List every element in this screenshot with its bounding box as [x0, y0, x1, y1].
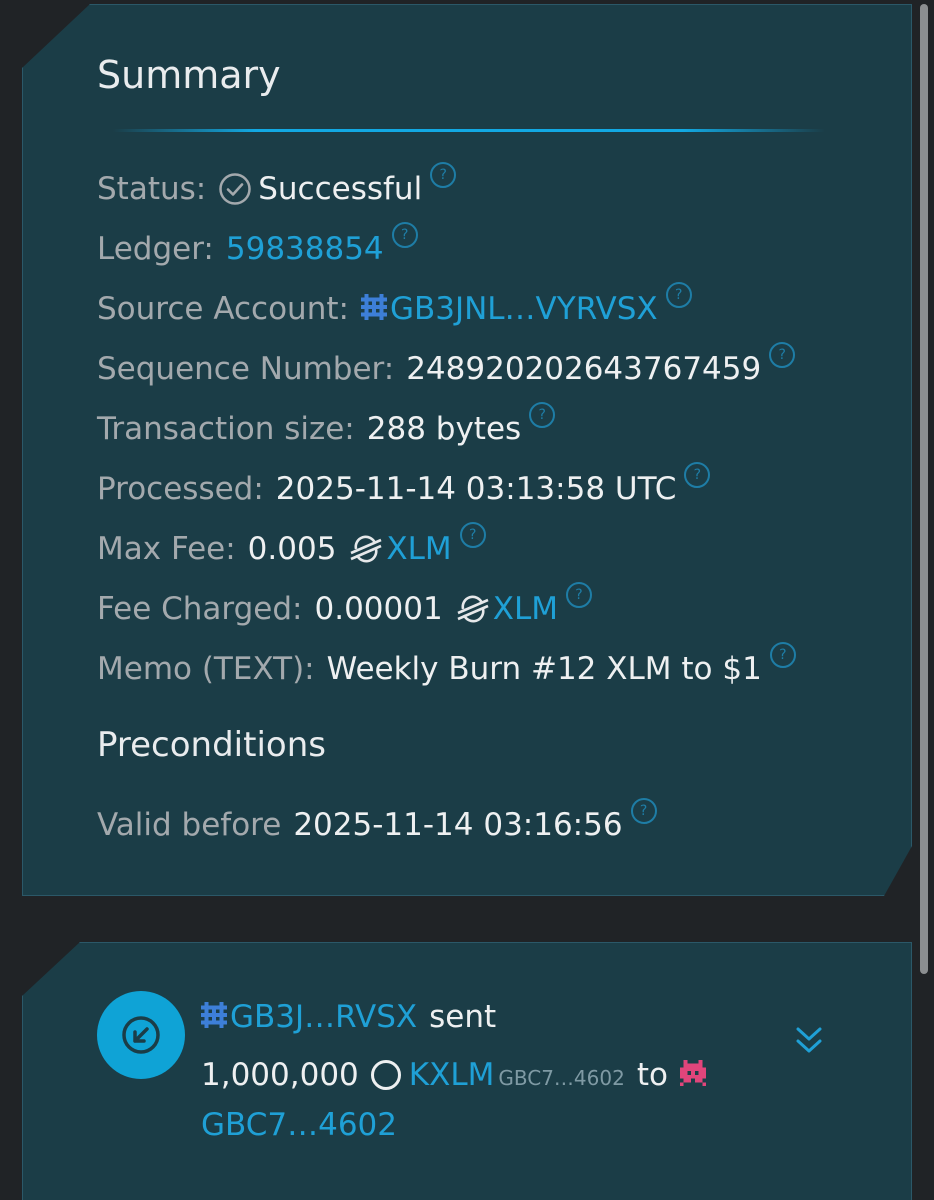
processed-value: 2025-11-14 03:13:58 UTC	[275, 471, 677, 507]
ledger-help-icon[interactable]: ?	[392, 222, 418, 248]
status-help-icon[interactable]: ?	[430, 162, 456, 188]
transaction-size-label: Transaction size:	[97, 411, 355, 447]
processed-row: Processed: 2025-11-14 03:13:58 UTC ?	[97, 467, 710, 511]
operation-amount: 1,000,000	[201, 1057, 359, 1093]
memo-row: Memo (TEXT): Weekly Burn #12 XLM to $1 ?	[97, 647, 796, 691]
valid-before-row: Valid before 2025-11-14 03:16:56 ?	[97, 803, 657, 847]
operation-line-3: GBC7…4602	[201, 1103, 397, 1147]
asset-ring-icon	[370, 1060, 401, 1090]
source-account-row: Source Account: GB3JNL…VYRVSX ?	[97, 287, 692, 331]
stellar-icon	[348, 534, 384, 564]
operation-preposition: to	[636, 1057, 668, 1093]
memo-value: Weekly Burn #12 XLM to $1	[326, 651, 762, 687]
source-account-link[interactable]: GB3JNL…VYRVSX	[390, 291, 658, 327]
operation-destination-link[interactable]: GBC7…4602	[201, 1107, 397, 1143]
processed-label: Processed:	[97, 471, 264, 507]
title-divider	[113, 129, 825, 132]
page-scrollbar[interactable]	[920, 4, 928, 974]
sequence-number-row: Sequence Number: 248920202643767459 ?	[97, 347, 795, 391]
valid-before-value: 2025-11-14 03:16:56	[293, 807, 623, 843]
ledger-label: Ledger:	[97, 231, 214, 267]
operation-source-link[interactable]: GB3J…RVSX	[230, 999, 417, 1035]
fee-charged-row: Fee Charged: 0.00001 XLM ?	[97, 587, 592, 631]
status-value: Successful	[258, 171, 423, 207]
ledger-row: Ledger: 59838854 ?	[97, 227, 418, 271]
operation-card: GB3J…RVSX sent 1,000,000 KXLM GBC7…4602 …	[22, 942, 912, 1200]
ledger-link[interactable]: 59838854	[226, 231, 384, 267]
operation-verb: sent	[429, 999, 497, 1035]
check-circle-icon	[218, 172, 252, 206]
max-fee-asset-link[interactable]: XLM	[386, 531, 451, 567]
operation-line-2: 1,000,000 KXLM GBC7…4602 to	[201, 1053, 709, 1097]
payment-received-icon	[97, 991, 185, 1079]
operation-line-1: GB3J…RVSX sent	[201, 995, 496, 1039]
sequence-number-label: Sequence Number:	[97, 351, 395, 387]
memo-label: Memo (TEXT):	[97, 651, 315, 687]
transaction-size-row: Transaction size: 288 bytes ?	[97, 407, 555, 451]
memo-help-icon[interactable]: ?	[770, 642, 796, 668]
fee-charged-label: Fee Charged:	[97, 591, 303, 627]
operation-asset-issuer[interactable]: GBC7…4602	[498, 1066, 624, 1090]
fee-charged-asset-link[interactable]: XLM	[493, 591, 558, 627]
identicon-icon	[361, 294, 387, 320]
chevron-double-down-icon[interactable]	[793, 1023, 825, 1059]
transaction-size-value: 288 bytes	[366, 411, 522, 447]
source-account-help-icon[interactable]: ?	[666, 282, 692, 308]
fee-charged-amount: 0.00001	[314, 591, 443, 627]
valid-before-label: Valid before	[97, 807, 282, 843]
max-fee-amount: 0.005	[247, 531, 337, 567]
identicon-icon	[201, 1002, 227, 1028]
source-account-label: Source Account:	[97, 291, 349, 327]
sequence-number-help-icon[interactable]: ?	[769, 342, 795, 368]
max-fee-row: Max Fee: 0.005 XLM ?	[97, 527, 486, 571]
sequence-number-value: 248920202643767459	[406, 351, 762, 387]
fee-charged-help-icon[interactable]: ?	[566, 582, 592, 608]
preconditions-title: Preconditions	[97, 725, 326, 765]
valid-before-help-icon[interactable]: ?	[631, 798, 657, 824]
summary-title: Summary	[97, 53, 281, 97]
identicon-icon	[679, 1060, 706, 1086]
transaction-page: Summary Status: Successful ? Ledger: 598…	[0, 0, 934, 1200]
max-fee-label: Max Fee:	[97, 531, 236, 567]
max-fee-help-icon[interactable]: ?	[460, 522, 486, 548]
status-label: Status:	[97, 171, 207, 207]
operation-asset-link[interactable]: KXLM	[409, 1057, 495, 1093]
transaction-size-help-icon[interactable]: ?	[529, 402, 555, 428]
status-row: Status: Successful ?	[97, 167, 456, 211]
processed-help-icon[interactable]: ?	[684, 462, 710, 488]
stellar-icon	[455, 594, 491, 624]
summary-card: Summary Status: Successful ? Ledger: 598…	[22, 4, 912, 896]
